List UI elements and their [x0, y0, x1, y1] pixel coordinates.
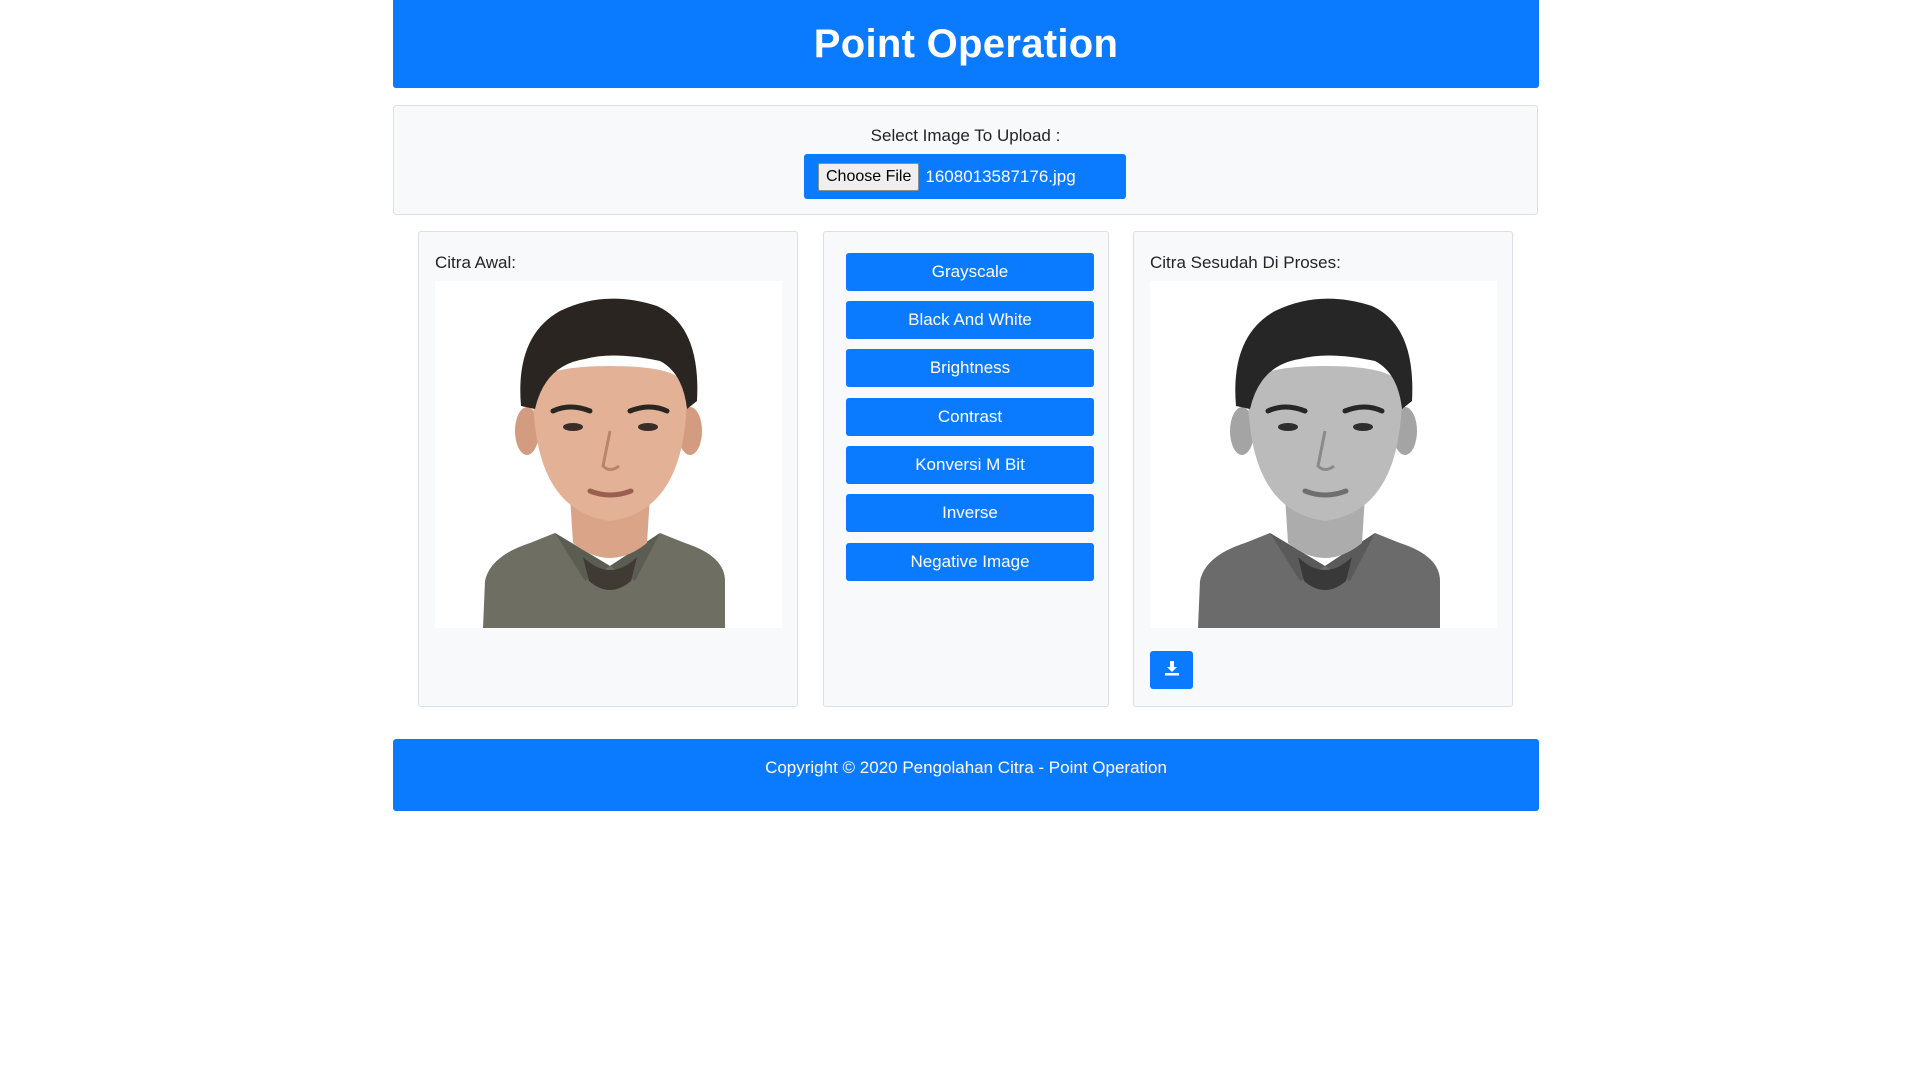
- grayscale-button[interactable]: Grayscale: [846, 253, 1094, 291]
- download-button[interactable]: [1150, 651, 1193, 689]
- file-input[interactable]: Choose File 1608013587176.jpg: [804, 154, 1126, 199]
- upload-label: Select Image To Upload :: [870, 126, 1061, 145]
- negative-image-button[interactable]: Negative Image: [846, 543, 1094, 581]
- selected-file-name: 1608013587176.jpg: [925, 166, 1076, 186]
- page-title: Point Operation: [813, 21, 1119, 66]
- operations-card: Grayscale Black And White Brightness Con…: [823, 231, 1109, 707]
- original-image-card: Citra Awal:: [418, 231, 798, 707]
- inverse-button[interactable]: Inverse: [846, 494, 1094, 532]
- upload-panel: Select Image To Upload : Choose File 160…: [393, 105, 1538, 215]
- brightness-button[interactable]: Brightness: [846, 349, 1094, 387]
- footer-copyright: Copyright © 2020 Pengolahan Citra - Poin…: [765, 758, 1167, 777]
- original-image: [435, 281, 782, 628]
- page-header: Point Operation: [393, 0, 1539, 88]
- page-footer: Copyright © 2020 Pengolahan Citra - Poin…: [393, 739, 1539, 811]
- choose-file-button[interactable]: Choose File: [818, 162, 920, 191]
- black-and-white-button[interactable]: Black And White: [846, 301, 1094, 339]
- processed-image: [1150, 281, 1497, 628]
- download-icon: [1164, 660, 1180, 681]
- processed-image-card: Citra Sesudah Di Proses:: [1133, 231, 1513, 707]
- processed-image-title: Citra Sesudah Di Proses:: [1150, 253, 1341, 272]
- original-image-title: Citra Awal:: [435, 253, 516, 272]
- contrast-button[interactable]: Contrast: [846, 398, 1094, 436]
- konversi-m-bit-button[interactable]: Konversi M Bit: [846, 446, 1094, 484]
